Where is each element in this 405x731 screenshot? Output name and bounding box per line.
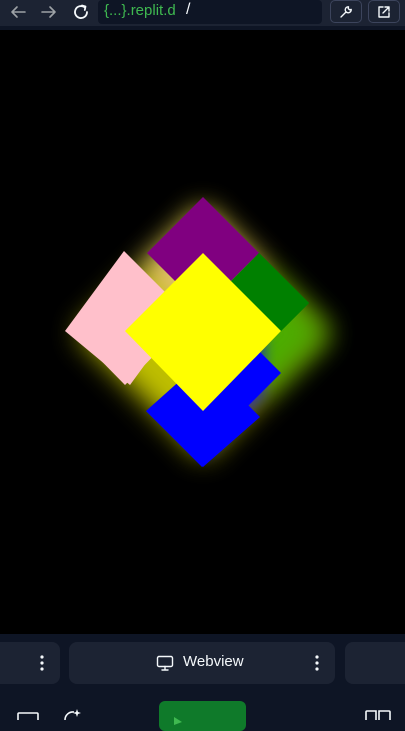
tab-previous[interactable] [0,642,60,684]
tab-next[interactable] [345,642,405,684]
monitor-icon [156,655,174,671]
bottom-toolbar [0,696,405,731]
tab-webview-label: Webview [183,653,244,670]
arrow-left-icon [11,6,26,18]
diamond-scene [65,197,330,467]
more-options-icon[interactable] [40,655,44,671]
browser-toolbar: {...}.replit.d / [0,0,405,26]
console-icon[interactable] [17,712,39,720]
tab-webview[interactable]: Webview [69,642,335,684]
open-in-new-tab-button[interactable] [368,0,400,23]
arrow-right-icon [41,6,56,18]
ai-sparkle-icon[interactable] [62,709,84,720]
run-button[interactable] [159,701,246,731]
reload-button[interactable] [69,1,93,23]
url-host: {...}.replit.d [104,2,176,19]
more-options-icon[interactable] [315,655,319,671]
forward-button[interactable] [37,1,61,23]
external-link-icon [378,5,390,18]
devtools-button[interactable] [330,0,362,23]
play-icon [174,717,182,725]
webview-canvas[interactable] [0,30,405,634]
url-bar[interactable]: {...}.replit.d / [98,0,322,24]
wrench-icon [340,5,352,18]
tab-bar: Webview [0,636,405,694]
layout-icon[interactable] [365,710,391,720]
reload-icon [74,4,88,19]
url-path: / [186,1,191,18]
back-button[interactable] [6,1,30,23]
